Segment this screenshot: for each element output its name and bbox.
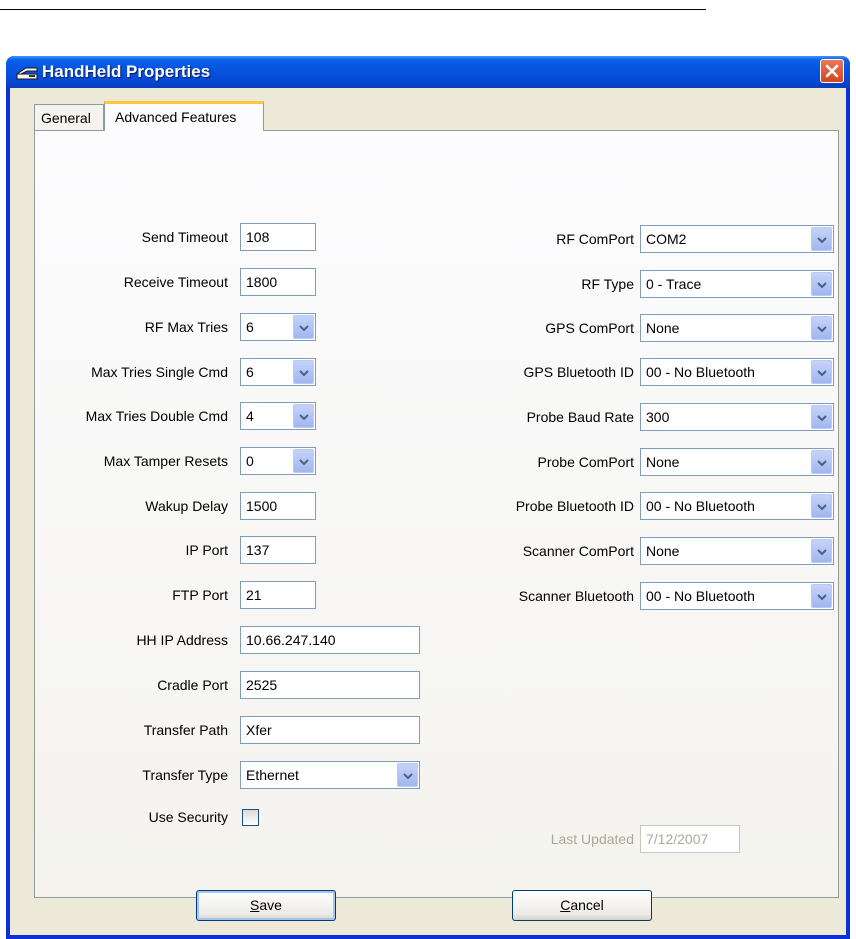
ip-port-label: IP Port: [185, 542, 228, 558]
chevron-down-icon[interactable]: [811, 227, 832, 251]
receive-timeout-label: Receive Timeout: [123, 274, 228, 290]
probe-comport-value: None: [646, 454, 680, 470]
close-icon: [825, 64, 839, 78]
cradle-port-label: Cradle Port: [157, 677, 228, 693]
gps-comport-value: None: [646, 320, 680, 336]
rf-comport-label: RF ComPort: [556, 231, 634, 247]
rf-max-tries-select[interactable]: 6: [240, 313, 316, 341]
max-tries-double-cmd-value: 4: [246, 408, 254, 424]
chevron-down-icon[interactable]: [293, 449, 314, 473]
ftp-port-label: FTP Port: [172, 587, 228, 603]
close-button[interactable]: [820, 59, 844, 83]
probe-bluetooth-id-value: 00 - No Bluetooth: [646, 498, 755, 514]
probe-comport-label: Probe ComPort: [537, 454, 634, 470]
last-updated-label: Last Updated: [550, 831, 634, 847]
probe-baud-rate-label: Probe Baud Rate: [526, 409, 634, 425]
send-timeout-input[interactable]: 108: [240, 223, 316, 251]
properties-window: HandHeld Properties General Advanced Fea…: [6, 56, 850, 939]
chevron-down-icon[interactable]: [397, 763, 418, 787]
transfer-type-value: Ethernet: [246, 767, 299, 783]
send-timeout-label: Send Timeout: [141, 229, 228, 245]
gps-comport-label: GPS ComPort: [545, 320, 634, 336]
ip-port-input[interactable]: 137: [240, 536, 316, 564]
rf-type-label: RF Type: [581, 276, 634, 292]
chevron-down-icon[interactable]: [811, 494, 832, 518]
scanner-comport-value: None: [646, 543, 680, 559]
tab-advanced-features-label: Advanced Features: [115, 109, 237, 125]
chevron-down-icon[interactable]: [811, 539, 832, 563]
gps-comport-select[interactable]: None: [640, 314, 834, 342]
transfer-path-input[interactable]: Xfer: [240, 716, 420, 744]
max-tamper-resets-label: Max Tamper Resets: [103, 453, 228, 469]
tab-general[interactable]: General: [34, 104, 104, 130]
tab-general-label: General: [41, 110, 91, 126]
rf-comport-select[interactable]: COM2: [640, 225, 834, 253]
title-bar[interactable]: HandHeld Properties: [6, 56, 850, 88]
scanner-comport-select[interactable]: None: [640, 537, 834, 565]
max-tries-double-cmd-select[interactable]: 4: [240, 402, 316, 430]
chevron-down-icon[interactable]: [811, 405, 832, 429]
rf-max-tries-value: 6: [246, 319, 254, 335]
wakup-delay-input[interactable]: 1500: [240, 492, 316, 520]
max-tries-single-cmd-label: Max Tries Single Cmd: [91, 364, 228, 380]
dialog-client: General Advanced Features Send Timeout 1…: [10, 88, 846, 935]
hh-ip-address-label: HH IP Address: [136, 632, 228, 648]
receive-timeout-input[interactable]: 1800: [240, 268, 316, 296]
probe-baud-rate-select[interactable]: 300: [640, 403, 834, 431]
probe-bluetooth-id-select[interactable]: 00 - No Bluetooth: [640, 492, 834, 520]
scanner-bluetooth-label: Scanner Bluetooth: [518, 588, 634, 604]
max-tamper-resets-value: 0: [246, 453, 254, 469]
rf-comport-value: COM2: [646, 231, 687, 247]
hh-ip-address-input[interactable]: 10.66.247.140: [240, 626, 420, 654]
chevron-down-icon[interactable]: [811, 450, 832, 474]
rf-max-tries-label: RF Max Tries: [144, 319, 228, 335]
top-rule: [0, 9, 706, 10]
transfer-type-label: Transfer Type: [142, 767, 228, 783]
cradle-port-input[interactable]: 2525: [240, 671, 420, 699]
scanner-bluetooth-select[interactable]: 00 - No Bluetooth: [640, 582, 834, 610]
scanner-comport-label: Scanner ComPort: [522, 543, 634, 559]
ftp-port-input[interactable]: 21: [240, 581, 316, 609]
chevron-down-icon[interactable]: [293, 315, 314, 339]
use-security-label: Use Security: [148, 809, 228, 825]
transfer-type-select[interactable]: Ethernet: [240, 761, 420, 789]
max-tries-single-cmd-select[interactable]: 6: [240, 358, 316, 386]
gps-bluetooth-id-select[interactable]: 00 - No Bluetooth: [640, 358, 834, 386]
handheld-icon: [15, 65, 38, 80]
max-tries-single-cmd-value: 6: [246, 364, 254, 380]
scanner-bluetooth-value: 00 - No Bluetooth: [646, 588, 755, 604]
last-updated-value: 7/12/2007: [640, 825, 740, 853]
chevron-down-icon[interactable]: [811, 272, 832, 296]
rf-type-select[interactable]: 0 - Trace: [640, 270, 834, 298]
chevron-down-icon[interactable]: [811, 360, 832, 384]
probe-bluetooth-id-label: Probe Bluetooth ID: [515, 498, 634, 514]
save-button[interactable]: Save: [196, 890, 336, 921]
rf-type-value: 0 - Trace: [646, 276, 702, 292]
transfer-path-label: Transfer Path: [143, 722, 228, 738]
wakup-delay-label: Wakup Delay: [145, 498, 228, 514]
gps-bluetooth-id-value: 00 - No Bluetooth: [646, 364, 755, 380]
use-security-checkbox[interactable]: [242, 809, 259, 826]
chevron-down-icon[interactable]: [293, 404, 314, 428]
chevron-down-icon[interactable]: [811, 316, 832, 340]
chevron-down-icon[interactable]: [811, 584, 832, 608]
save-button-label: Save: [250, 897, 282, 913]
max-tries-double-cmd-label: Max Tries Double Cmd: [85, 408, 228, 424]
cancel-button-label: Cancel: [560, 897, 604, 913]
cancel-button[interactable]: Cancel: [512, 890, 652, 921]
probe-baud-rate-value: 300: [646, 409, 670, 425]
probe-comport-select[interactable]: None: [640, 448, 834, 476]
window-title: HandHeld Properties: [42, 62, 211, 81]
chevron-down-icon[interactable]: [293, 360, 314, 384]
max-tamper-resets-select[interactable]: 0: [240, 447, 316, 475]
gps-bluetooth-id-label: GPS Bluetooth ID: [523, 364, 634, 380]
tab-advanced-features[interactable]: Advanced Features: [104, 101, 264, 131]
